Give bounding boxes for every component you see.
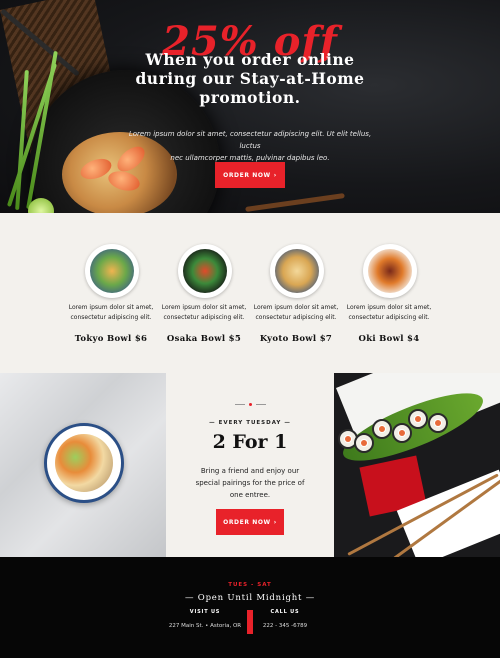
menu-item-description: Lorem ipsum dolor sit amet, consectetur … bbox=[334, 303, 444, 323]
special-panel: — EVERY TUESDAY — 2 For 1 Bring a friend… bbox=[166, 373, 334, 557]
bowl-image bbox=[85, 244, 139, 298]
promo-title-line: promotion. bbox=[199, 88, 301, 107]
chopstick-image bbox=[245, 193, 345, 212]
sushi-roll bbox=[354, 433, 374, 453]
special-section: — EVERY TUESDAY — 2 For 1 Bring a friend… bbox=[0, 373, 500, 557]
sushi-roll bbox=[428, 413, 448, 433]
promo-title: When you order online during our Stay-at… bbox=[0, 50, 500, 107]
marble-bowl-image bbox=[0, 373, 166, 557]
special-title: 2 For 1 bbox=[212, 431, 288, 453]
menu-item-name: Oki Bowl $4 bbox=[358, 334, 420, 344]
promo-title-line: When you order online bbox=[145, 50, 355, 69]
description-line: consectetur adipiscing elit. bbox=[348, 314, 430, 321]
button-label: ORDER NOW bbox=[223, 171, 271, 179]
menu-section: Lorem ipsum dolor sit amet, consectetur … bbox=[0, 213, 500, 373]
description-line: Lorem ipsum dolor sit amet, bbox=[346, 304, 432, 311]
call-us-block: CALL US 222 - 345 -6789 bbox=[230, 609, 340, 629]
footer-days: TUES - SAT bbox=[228, 582, 272, 588]
sushi-roll bbox=[408, 409, 428, 429]
bowl-image bbox=[363, 244, 417, 298]
sushi-roll bbox=[372, 419, 392, 439]
phone-text[interactable]: 222 - 345 -6789 bbox=[230, 623, 340, 629]
special-order-now-button[interactable]: ORDER NOW › bbox=[216, 509, 284, 535]
promo-title-line: during our Stay-at-Home bbox=[135, 69, 365, 88]
sushi-roll bbox=[392, 423, 412, 443]
button-label: ORDER NOW bbox=[223, 518, 271, 526]
chevron-right-icon: › bbox=[273, 171, 277, 179]
divider-ornament bbox=[166, 403, 334, 406]
chevron-right-icon: › bbox=[273, 518, 277, 526]
special-body-line: special pairings for the price of bbox=[195, 479, 305, 487]
special-body-line: one entree. bbox=[229, 491, 271, 499]
hero-order-now-button[interactable]: ORDER NOW › bbox=[215, 162, 285, 188]
footer-title: — Open Until Midnight — bbox=[185, 593, 315, 603]
promo-body: Lorem ipsum dolor sit amet, consectetur … bbox=[120, 128, 380, 164]
bowl-image bbox=[270, 244, 324, 298]
special-day: — EVERY TUESDAY — bbox=[209, 420, 291, 426]
special-body-line: Bring a friend and enjoy our bbox=[200, 467, 300, 475]
sushi-image bbox=[334, 373, 500, 557]
bowl-image bbox=[178, 244, 232, 298]
salad-bowl-image bbox=[44, 423, 124, 503]
call-us-label: CALL US bbox=[270, 609, 300, 615]
special-body: Bring a friend and enjoy our special pai… bbox=[190, 465, 310, 501]
hero-section: 25% off When you order online during our… bbox=[0, 0, 500, 213]
promo-body-line: Lorem ipsum dolor sit amet, consectetur … bbox=[128, 130, 372, 150]
footer: TUES - SAT — Open Until Midnight — VISIT… bbox=[0, 557, 500, 658]
